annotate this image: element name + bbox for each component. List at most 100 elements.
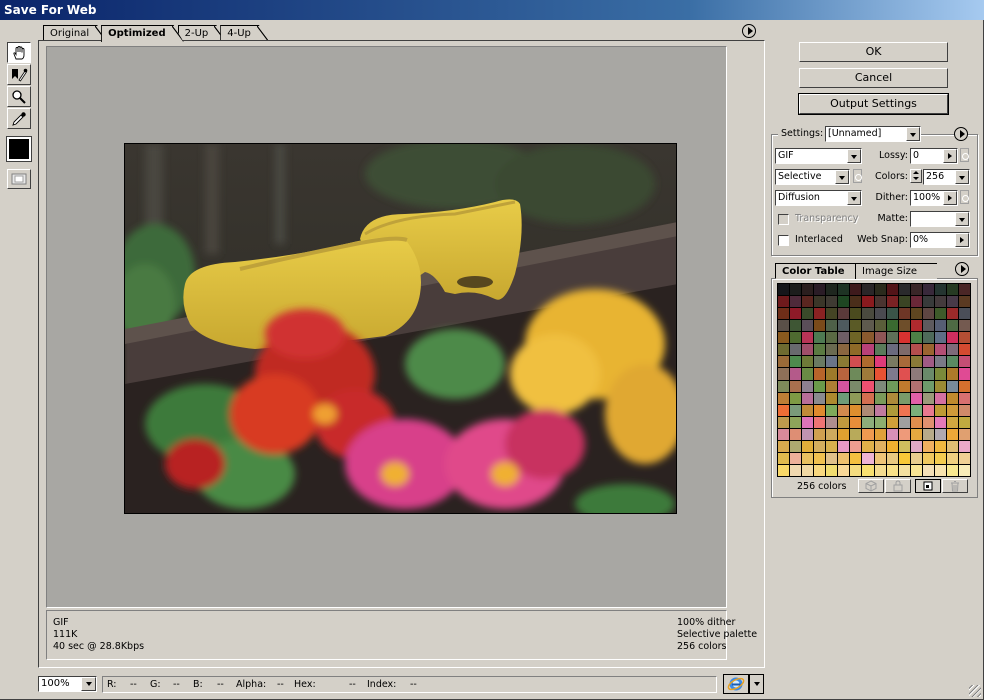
web-snap-input[interactable]: 0% [910,232,970,248]
color-swatch[interactable] [886,380,898,392]
color-swatch[interactable] [886,344,898,356]
color-swatch[interactable] [802,344,814,356]
tab-color-table[interactable]: Color Table [775,263,855,279]
color-swatch[interactable] [838,296,850,308]
color-swatch[interactable] [910,452,922,464]
color-swatch[interactable] [790,416,802,428]
color-swatch[interactable] [958,380,970,392]
color-swatch[interactable] [826,284,838,296]
color-swatch[interactable] [934,356,946,368]
color-swatch[interactable] [838,308,850,320]
color-swatch[interactable] [874,452,886,464]
color-swatch[interactable] [850,296,862,308]
color-swatch[interactable] [862,440,874,452]
color-swatch[interactable] [838,368,850,380]
color-swatch[interactable] [958,464,970,476]
color-swatch[interactable] [778,440,790,452]
color-swatch[interactable] [898,296,910,308]
color-swatch[interactable] [778,308,790,320]
color-swatch[interactable] [910,464,922,476]
color-swatch[interactable] [838,452,850,464]
color-swatch[interactable] [886,368,898,380]
color-swatch[interactable] [910,320,922,332]
color-swatch[interactable] [922,392,934,404]
color-swatch[interactable] [874,368,886,380]
color-swatch[interactable] [946,308,958,320]
color-swatch[interactable] [802,452,814,464]
color-swatch[interactable] [802,416,814,428]
color-swatch[interactable] [922,332,934,344]
color-swatch[interactable] [898,344,910,356]
color-swatch[interactable] [850,392,862,404]
color-swatch[interactable] [874,416,886,428]
color-swatch[interactable] [814,368,826,380]
color-swatch[interactable] [802,320,814,332]
color-swatch[interactable] [934,440,946,452]
transparency-checkbox[interactable] [778,214,789,225]
color-swatch[interactable] [814,452,826,464]
color-swatch[interactable] [922,344,934,356]
color-swatch[interactable] [958,416,970,428]
color-swatch[interactable] [778,416,790,428]
delete-color-button[interactable] [942,479,968,493]
color-swatch[interactable] [946,332,958,344]
resize-grip[interactable] [969,685,981,697]
color-swatch[interactable] [898,428,910,440]
color-swatch[interactable] [862,344,874,356]
color-swatch[interactable] [910,368,922,380]
color-swatch[interactable] [934,332,946,344]
colors-dropdown-button[interactable] [955,170,969,184]
color-swatch[interactable] [814,404,826,416]
color-swatch[interactable] [838,428,850,440]
color-swatch[interactable] [910,380,922,392]
dither-algorithm-dropdown-button[interactable] [847,191,861,205]
color-swatch[interactable] [922,380,934,392]
color-swatch[interactable] [778,356,790,368]
color-swatch[interactable] [910,284,922,296]
color-swatch[interactable] [838,392,850,404]
color-swatch[interactable] [802,428,814,440]
color-swatch[interactable] [814,344,826,356]
color-swatch[interactable] [814,356,826,368]
dither-slider-button[interactable] [943,191,957,205]
color-swatch[interactable] [922,404,934,416]
color-swatch[interactable] [946,440,958,452]
color-swatch[interactable] [790,368,802,380]
color-swatch[interactable] [898,356,910,368]
ok-button[interactable]: OK [799,42,948,62]
color-swatch[interactable] [922,308,934,320]
color-swatch[interactable] [850,464,862,476]
color-swatch[interactable] [874,296,886,308]
map-to-web-button[interactable] [858,479,884,493]
color-swatch[interactable] [838,332,850,344]
color-swatch[interactable] [850,428,862,440]
color-swatch[interactable] [790,428,802,440]
color-swatch[interactable] [826,356,838,368]
color-swatch[interactable] [898,452,910,464]
zoom-tool-button[interactable] [7,86,31,107]
color-swatch[interactable] [874,356,886,368]
color-swatch[interactable] [862,392,874,404]
color-swatch[interactable] [922,368,934,380]
preset-dropdown-button[interactable] [906,127,920,141]
color-swatch[interactable] [922,452,934,464]
color-swatch[interactable] [898,320,910,332]
color-swatch[interactable] [910,428,922,440]
color-swatch[interactable] [910,404,922,416]
color-swatch[interactable] [886,284,898,296]
color-swatch[interactable] [934,296,946,308]
color-swatch[interactable] [802,392,814,404]
color-swatch[interactable] [958,320,970,332]
color-swatch[interactable] [958,392,970,404]
color-swatch[interactable] [850,368,862,380]
color-swatch[interactable] [946,404,958,416]
color-swatch[interactable] [838,440,850,452]
color-swatch[interactable] [778,380,790,392]
color-swatch[interactable] [826,416,838,428]
lossy-input[interactable]: 0 [910,148,958,164]
color-swatch[interactable] [934,464,946,476]
hand-tool-button[interactable] [7,42,31,63]
color-swatch[interactable] [910,356,922,368]
color-swatch[interactable] [874,332,886,344]
lock-color-button[interactable] [885,479,911,493]
